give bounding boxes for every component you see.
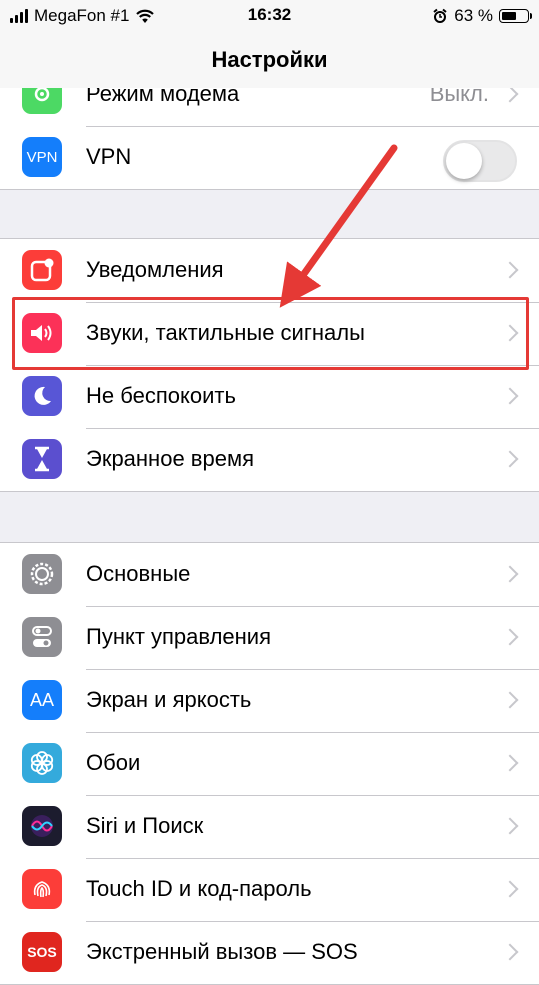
settings-row-sos[interactable]: SOS Экстренный вызов — SOS: [0, 921, 539, 984]
alarm-icon: [433, 8, 447, 23]
row-label: VPN: [86, 144, 132, 169]
chevron-right-icon: [501, 817, 519, 835]
group-general: Основные Пункт управления AA Экран и ярк…: [0, 542, 539, 985]
notifications-icon: [22, 250, 62, 290]
row-label: Основные: [86, 561, 191, 586]
flower-icon: [22, 743, 62, 783]
chevron-right-icon: [501, 450, 519, 468]
gear-icon: [22, 554, 62, 594]
sos-icon: SOS: [22, 932, 62, 972]
settings-row-siri[interactable]: Siri и Поиск: [0, 795, 539, 858]
row-label: Экранное время: [86, 446, 254, 471]
settings-row-wallpaper[interactable]: Обои: [0, 732, 539, 795]
row-label: Обои: [86, 750, 141, 775]
chevron-right-icon: [501, 691, 519, 709]
chevron-right-icon: [501, 880, 519, 898]
siri-icon: [22, 806, 62, 846]
row-label: Пункт управления: [86, 624, 272, 649]
hourglass-icon: [22, 439, 62, 479]
fingerprint-icon: [22, 869, 62, 909]
chevron-right-icon: [501, 261, 519, 279]
settings-row-screen-time[interactable]: Экранное время: [0, 428, 539, 491]
nav-bar: Настройки: [0, 32, 539, 88]
battery-icon: [499, 9, 532, 23]
row-label: Экстренный вызов — SOS: [86, 939, 358, 964]
settings-row-vpn[interactable]: VPN VPN: [0, 126, 539, 189]
chevron-right-icon: [501, 628, 519, 646]
highlight-box: [12, 297, 529, 370]
status-bar: MegaFon #1 16:32 63 %: [0, 0, 539, 32]
display-icon: AA: [22, 680, 62, 720]
settings-row-touch-id[interactable]: Touch ID и код-пароль: [0, 858, 539, 921]
vpn-toggle[interactable]: [443, 140, 517, 182]
toggles-icon: [22, 617, 62, 657]
row-label: Экран и яркость: [86, 687, 252, 712]
row-label: Touch ID и код-пароль: [86, 876, 312, 901]
row-label: Siri и Поиск: [86, 813, 204, 838]
settings-row-control-center[interactable]: Пункт управления: [0, 606, 539, 669]
page-title: Настройки: [211, 47, 328, 72]
row-label: Уведомления: [86, 257, 224, 282]
settings-row-notifications[interactable]: Уведомления: [0, 239, 539, 302]
settings-row-display[interactable]: AA Экран и яркость: [0, 669, 539, 732]
settings-row-general[interactable]: Основные: [0, 543, 539, 606]
moon-icon: [22, 376, 62, 416]
battery-percent: 63 %: [454, 6, 493, 25]
chevron-right-icon: [501, 754, 519, 772]
row-label: Не беспокоить: [86, 383, 236, 408]
chevron-right-icon: [501, 565, 519, 583]
chevron-right-icon: [501, 387, 519, 405]
vpn-icon: VPN: [22, 137, 62, 177]
chevron-right-icon: [501, 943, 519, 961]
chevron-right-icon: [501, 85, 519, 103]
settings-row-do-not-disturb[interactable]: Не беспокоить: [0, 365, 539, 428]
